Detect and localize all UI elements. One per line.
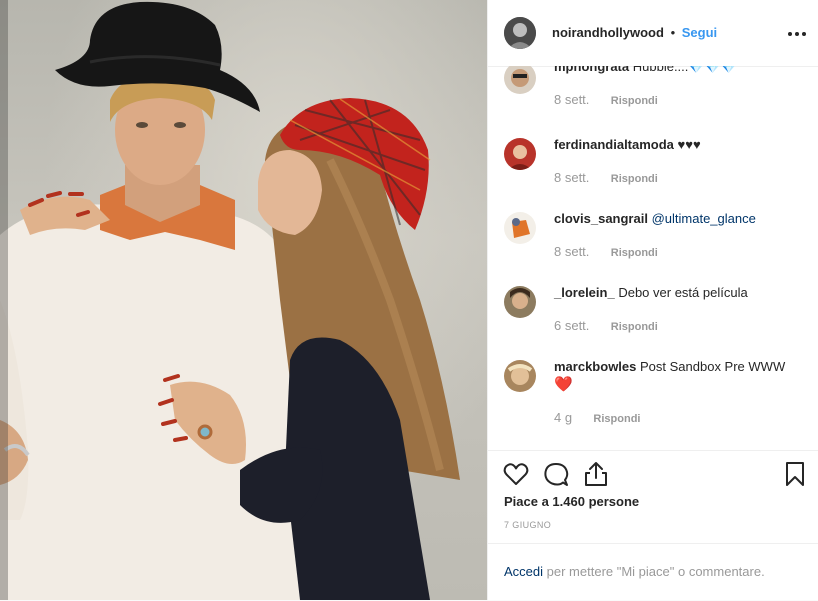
post-date[interactable]: 7 GIUGNO [504, 520, 551, 530]
avatar-image [504, 286, 536, 318]
login-prompt-text: Accedi per mettere "Mi piace" o commenta… [504, 564, 765, 579]
more-icon-glyph [788, 32, 806, 36]
comments-list[interactable]: mphongrata Hubble....💎💎💎 8 sett. Rispond… [488, 66, 818, 450]
reply-button[interactable]: Rispondi [611, 321, 658, 333]
avatar-image [504, 360, 536, 392]
avatar-image [504, 138, 536, 170]
login-link[interactable]: Accedi [504, 564, 543, 579]
comment-body: Hubble....💎💎💎 [632, 66, 737, 74]
comment-body: Debo ver está película [618, 285, 748, 300]
comment-username[interactable]: mphongrata [554, 66, 629, 74]
heart-icon[interactable] [502, 460, 530, 488]
comment-text: ferdinandialtamoda ♥♥♥ [554, 136, 804, 154]
comment-username[interactable]: ferdinandialtamoda [554, 137, 674, 152]
comment-item: ferdinandialtamoda ♥♥♥ 8 sett. Rispondi [504, 136, 804, 196]
login-prompt-rest: per mettere "Mi piace" o commentare. [546, 564, 765, 579]
author-avatar[interactable] [504, 17, 536, 49]
commenter-avatar[interactable] [504, 212, 536, 244]
comment-username[interactable]: _lorelein_ [554, 285, 615, 300]
reply-button[interactable]: Rispondi [593, 413, 640, 425]
comment-meta: 6 sett. Rispondi [554, 318, 658, 333]
comment-time[interactable]: 6 sett. [554, 318, 589, 333]
post-header: noirandhollywood • Segui [488, 0, 818, 67]
comment-meta: 8 sett. Rispondi [554, 244, 658, 259]
commenter-avatar[interactable] [504, 66, 536, 94]
reply-button[interactable]: Rispondi [611, 95, 658, 107]
share-icon-glyph [585, 462, 607, 486]
comment-username[interactable]: marckbowles [554, 359, 636, 374]
comment-meta: 8 sett. Rispondi [554, 92, 658, 107]
reply-button[interactable]: Rispondi [611, 173, 658, 185]
comment-item: marckbowles Post Sandbox Pre WWW ❤️ 4 g … [504, 358, 804, 438]
post-photo[interactable] [0, 0, 487, 600]
bookmark-icon[interactable] [781, 460, 809, 488]
post-modal: noirandhollywood • Segui mphongrata Hubb… [0, 0, 818, 600]
login-prompt: Accedi per mettere "Mi piace" o commenta… [488, 543, 818, 601]
comment-mention-link[interactable]: @ultimate_glance [652, 211, 756, 226]
more-icon[interactable] [787, 24, 807, 44]
comment-body: Post Sandbox Pre WWW [640, 359, 786, 374]
comment-meta: 4 g Rispondi [554, 410, 640, 425]
comment-time[interactable]: 8 sett. [554, 170, 589, 185]
photo-illustration [0, 0, 460, 600]
comment-meta: 8 sett. Rispondi [554, 170, 658, 185]
comment-item: _lorelein_ Debo ver está película 6 sett… [504, 284, 804, 344]
comment-icon[interactable] [542, 460, 570, 488]
reply-button[interactable]: Rispondi [611, 247, 658, 259]
comment-text: marckbowles Post Sandbox Pre WWW ❤️ [554, 358, 804, 394]
comment-text: mphongrata Hubble....💎💎💎 [554, 66, 804, 76]
avatar-image [504, 212, 536, 244]
heart-emoji: ❤️ [554, 376, 573, 393]
comment-time[interactable]: 4 g [554, 410, 572, 425]
comment-item: mphongrata Hubble....💎💎💎 8 sett. Rispond… [504, 66, 804, 118]
bookmark-icon-glyph [786, 462, 804, 486]
commenter-avatar[interactable] [504, 360, 536, 392]
comment-time[interactable]: 8 sett. [554, 92, 589, 107]
separator-dot: • [670, 25, 676, 40]
header-line: noirandhollywood • Segui [552, 25, 717, 40]
follow-button[interactable]: Segui [682, 25, 717, 40]
author-username[interactable]: noirandhollywood [552, 25, 664, 40]
post-sidebar: noirandhollywood • Segui mphongrata Hubb… [487, 0, 818, 600]
comment-time[interactable]: 8 sett. [554, 244, 589, 259]
heart-icon-glyph [503, 463, 529, 485]
comment-username[interactable]: clovis_sangrail [554, 211, 648, 226]
comment-icon-glyph [544, 463, 569, 486]
commenter-avatar[interactable] [504, 286, 536, 318]
commenter-avatar[interactable] [504, 138, 536, 170]
comment-item: clovis_sangrail @ultimate_glance 8 sett.… [504, 210, 804, 270]
share-icon[interactable] [582, 460, 610, 488]
comment-body: ♥♥♥ [677, 137, 701, 152]
comment-text: _lorelein_ Debo ver está película [554, 284, 804, 302]
comment-text: clovis_sangrail @ultimate_glance [554, 210, 804, 228]
likes-count[interactable]: Piace a 1.460 persone [504, 494, 639, 509]
avatar-image [504, 66, 536, 94]
avatar-image [504, 17, 536, 49]
